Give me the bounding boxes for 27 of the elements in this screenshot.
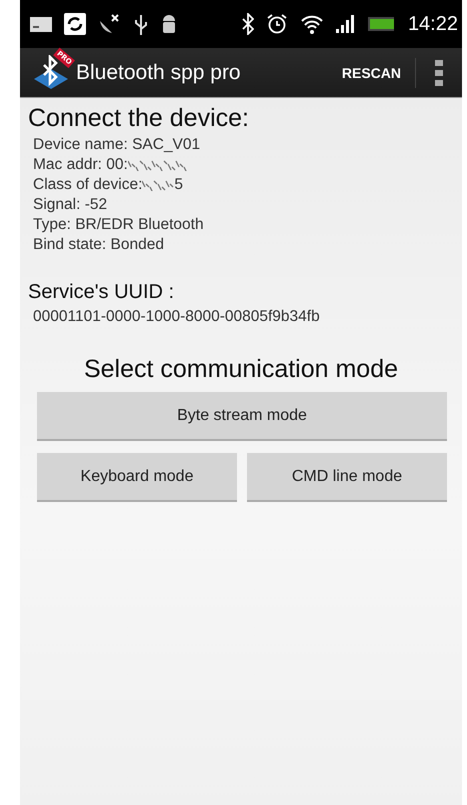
redaction-mark [142, 179, 174, 191]
mode-button[interactable]: CMD line mode [247, 453, 447, 502]
battery-icon [368, 17, 396, 31]
device-detail: Class of device: [33, 175, 142, 195]
device-detail: Bind state: Bonded [33, 235, 164, 255]
mode-button[interactable]: Byte stream mode [37, 392, 447, 441]
wifi-icon [300, 14, 324, 34]
device-detail: Type: BR/EDR Bluetooth [33, 215, 204, 235]
status-time: 14:22 [408, 12, 458, 36]
signal-icon [336, 15, 356, 33]
message-icon [30, 16, 52, 32]
rescan-button[interactable]: RESCAN [328, 48, 415, 97]
usb-icon [134, 13, 148, 35]
service-uuid: 00001101-0000-1000-8000-00805f9b34fb [33, 308, 320, 325]
app-title: Bluetooth spp pro [76, 60, 241, 84]
device-detail: Device name: SAC_V01 [33, 135, 200, 155]
connect-heading: Connect the device: [28, 104, 250, 133]
mode-heading: Select communication mode [82, 355, 400, 384]
service-heading: Service's UUID : [28, 281, 176, 304]
device-detail: Mac addr: 00: [33, 155, 128, 175]
mode-button[interactable]: Keyboard mode [37, 453, 237, 502]
device-detail-fragment: 5 [174, 175, 184, 195]
sync-icon [64, 13, 86, 35]
device-detail: Signal: -52 [33, 195, 108, 215]
bluetooth-icon [242, 13, 254, 35]
alarm-clock-icon [266, 13, 288, 35]
overflow-menu-icon[interactable] [435, 60, 443, 86]
